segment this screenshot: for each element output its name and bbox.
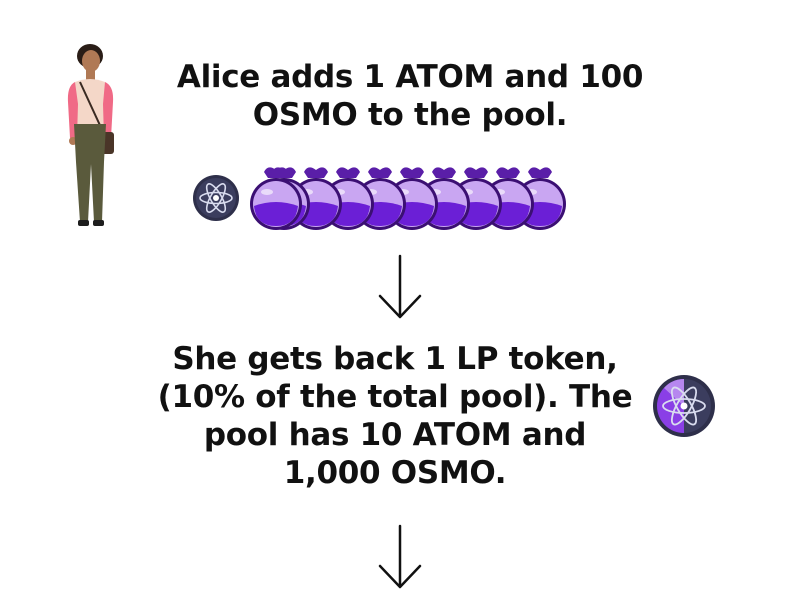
step-2-caption: She gets back 1 LP token, (10% of the to… <box>140 340 650 492</box>
step-1-line-2: OSMO to the pool. <box>252 97 568 133</box>
step-2-line-4: 1,000 OSMO. <box>283 455 507 491</box>
step-1-line-1: Alice adds 1 ATOM and 100 <box>176 59 644 95</box>
arrow-down-icon <box>378 524 422 589</box>
step-2-line-3: pool has 10 ATOM and <box>203 417 587 453</box>
diagram-canvas: Alice adds 1 ATOM and 100 OSMO to the po… <box>0 0 800 607</box>
step-1-caption: Alice adds 1 ATOM and 100 OSMO to the po… <box>150 58 670 134</box>
deposit-token-row <box>192 162 612 234</box>
atom-token-icon <box>193 175 239 221</box>
step-2-line-2: (10% of the total pool). The <box>157 379 633 415</box>
osmo-token-icon <box>250 167 302 230</box>
arrow-down-icon <box>378 254 422 319</box>
lp-token-icon <box>653 375 715 437</box>
step-2-line-1: She gets back 1 LP token, <box>172 341 618 377</box>
woman-illustration-icon <box>67 44 114 226</box>
